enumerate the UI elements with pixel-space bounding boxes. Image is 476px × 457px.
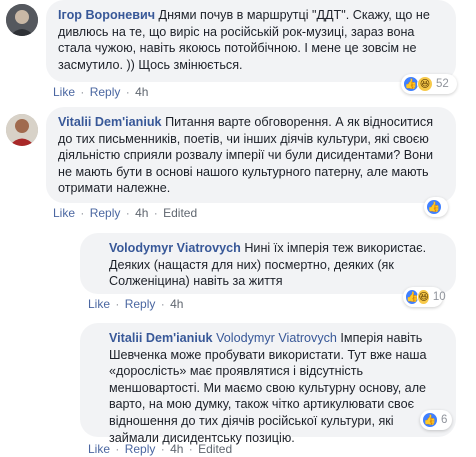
- comment-actions: Like · Reply · 4h · Edited: [53, 206, 197, 220]
- reply-link[interactable]: Reply: [90, 85, 121, 99]
- timestamp[interactable]: 4h: [170, 297, 183, 311]
- separator: ·: [115, 442, 120, 456]
- avatar[interactable]: [6, 114, 38, 146]
- avatar[interactable]: [6, 4, 38, 36]
- timestamp[interactable]: 4h: [135, 206, 148, 220]
- separator: ·: [125, 85, 130, 99]
- comment-text: Імперія навіть Шевченка може пробувати в…: [109, 331, 427, 445]
- comment-actions: Like · Reply · 4h: [88, 297, 183, 311]
- edited-label[interactable]: Edited: [198, 442, 232, 456]
- reactions-summary[interactable]: 👍 😆 10: [403, 287, 446, 307]
- separator: ·: [80, 206, 85, 220]
- reactions-summary[interactable]: 👍: [424, 197, 448, 217]
- like-link[interactable]: Like: [53, 206, 75, 220]
- separator: ·: [80, 85, 85, 99]
- reply-link[interactable]: Reply: [90, 206, 121, 220]
- like-icon: 👍: [422, 412, 438, 428]
- separator: ·: [188, 442, 193, 456]
- comment-author[interactable]: Vitalii Dem'ianiuk: [109, 331, 213, 345]
- separator: ·: [160, 297, 165, 311]
- reply-link[interactable]: Reply: [125, 297, 156, 311]
- separator: ·: [153, 206, 158, 220]
- reaction-count: 10: [432, 291, 446, 303]
- comment-bubble: Vitalii Dem'ianiuk Питання варте обговор…: [46, 107, 456, 203]
- separator: ·: [125, 206, 130, 220]
- haha-icon: 😆: [417, 76, 433, 92]
- separator: ·: [160, 442, 165, 456]
- like-link[interactable]: Like: [88, 442, 110, 456]
- like-icon: 👍: [426, 199, 442, 215]
- timestamp[interactable]: 4h: [135, 85, 148, 99]
- mention-link[interactable]: Volodymyr Viatrovych: [216, 331, 337, 345]
- comment-author[interactable]: Volodymyr Viatrovych: [109, 241, 241, 255]
- reactions-summary[interactable]: 👍 😆 52: [401, 74, 457, 94]
- reaction-count: 52: [436, 78, 449, 90]
- like-link[interactable]: Like: [88, 297, 110, 311]
- comment-bubble: Ігор Вороневич Днями почув в маршрутці "…: [46, 0, 456, 82]
- comment-author[interactable]: Vitalii Dem'ianiuk: [58, 115, 162, 129]
- haha-icon: 😆: [417, 289, 430, 305]
- comment-bubble: Volodymyr Viatrovych Нині їх імперія теж…: [80, 233, 456, 294]
- comment-author[interactable]: Ігор Вороневич: [58, 8, 155, 22]
- reactions-summary[interactable]: 👍 6: [420, 410, 452, 430]
- comment-actions: Like · Reply · 4h · Edited: [88, 442, 232, 456]
- edited-label[interactable]: Edited: [163, 206, 197, 220]
- comment-actions: Like · Reply · 4h: [53, 85, 148, 99]
- comment-bubble: Vitalii Dem'ianiuk Volodymyr Viatrovych …: [80, 323, 456, 445]
- reaction-count: 6: [441, 414, 448, 426]
- reply-link[interactable]: Reply: [125, 442, 156, 456]
- timestamp[interactable]: 4h: [170, 442, 183, 456]
- separator: ·: [115, 297, 120, 311]
- like-link[interactable]: Like: [53, 85, 75, 99]
